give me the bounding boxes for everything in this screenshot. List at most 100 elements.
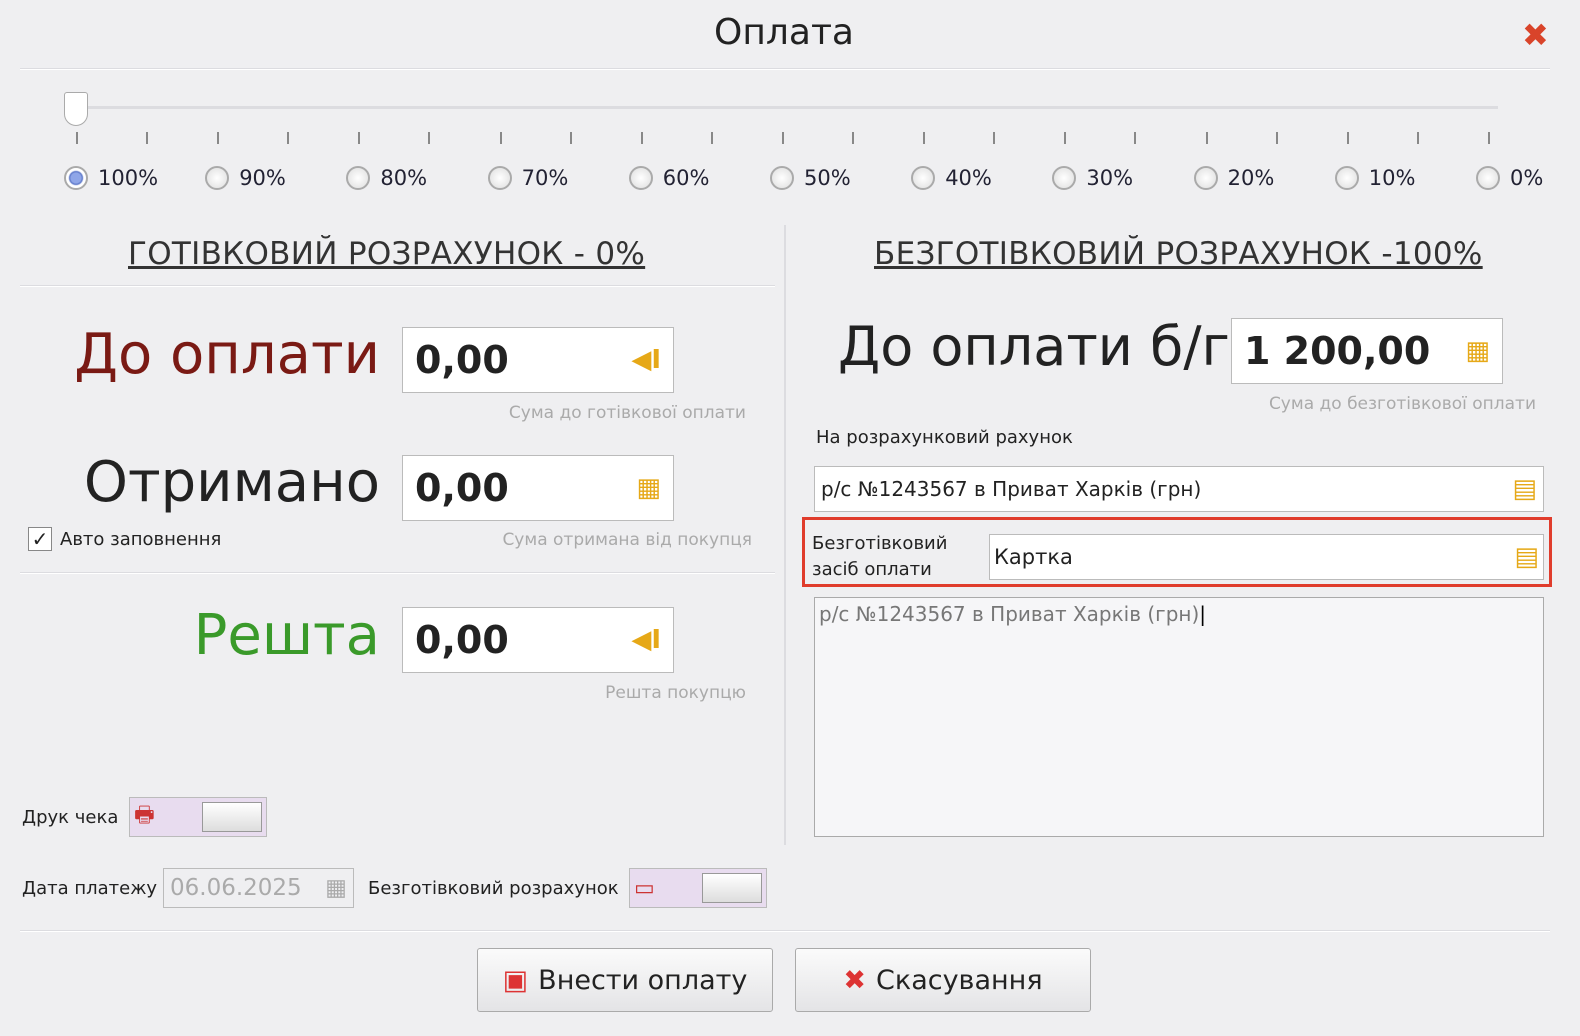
- card-icon: ▭: [634, 875, 655, 901]
- radio-icon[interactable]: [346, 166, 371, 190]
- slider-tick: [287, 132, 290, 144]
- radio-label: 40%: [945, 166, 992, 190]
- toggle-switch[interactable]: [202, 802, 262, 832]
- slider-tick: [1346, 132, 1349, 144]
- cancel-label: Скасування: [876, 964, 1043, 996]
- vertical-divider: [784, 225, 786, 845]
- change-field[interactable]: 0,00 ◀I: [402, 607, 674, 673]
- account-value: р/с №1243567 в Приват Харків (грн): [821, 477, 1202, 501]
- method-label-line2: засіб оплати: [812, 559, 932, 580]
- method-label: Безготівковий засіб оплати: [812, 531, 947, 583]
- slider-tick: [76, 132, 78, 144]
- to-pay-field[interactable]: 0,00 ◀I: [402, 327, 674, 393]
- radio-percent-30[interactable]: 30%: [1052, 166, 1133, 190]
- to-pay-value: 0,00: [415, 338, 509, 382]
- radio-percent-40[interactable]: 40%: [911, 166, 992, 190]
- check-icon[interactable]: ✓: [28, 527, 52, 551]
- radio-percent-90[interactable]: 90%: [205, 166, 286, 190]
- slider-tick: [993, 132, 996, 144]
- slider-tick: [923, 132, 926, 144]
- slider-tick: [710, 132, 713, 144]
- radio-label: 20%: [1227, 166, 1275, 190]
- change-label: Решта: [193, 603, 380, 668]
- slider-tick: [1134, 132, 1137, 144]
- radio-percent-10[interactable]: 10%: [1334, 166, 1415, 190]
- radio-percent-100[interactable]: 100%: [64, 166, 158, 190]
- cashless-toggle[interactable]: ▭: [629, 868, 767, 908]
- radio-icon[interactable]: [911, 166, 936, 190]
- calendar-icon[interactable]: ▦: [325, 875, 347, 901]
- radio-icon[interactable]: [770, 166, 794, 190]
- radio-percent-80[interactable]: 80%: [346, 166, 427, 190]
- calculator-icon[interactable]: ▦: [636, 473, 661, 503]
- method-value: Картка: [994, 545, 1073, 569]
- cashless-to-pay-hint: Сума до безготівкової оплати: [1268, 394, 1536, 414]
- account-select[interactable]: р/с №1243567 в Приват Харків (грн) ▤: [814, 466, 1544, 512]
- submit-payment-button[interactable]: ▣ Внести оплату: [477, 948, 773, 1012]
- clear-icon[interactable]: ◀I: [631, 625, 661, 655]
- clear-icon[interactable]: ◀I: [631, 345, 661, 375]
- list-icon[interactable]: ▤: [1512, 474, 1537, 504]
- cashless-to-pay-field[interactable]: 1 200,00 ▦: [1231, 318, 1503, 384]
- radio-icon[interactable]: [487, 166, 512, 190]
- radio-percent-50[interactable]: 50%: [770, 166, 851, 190]
- radio-percent-70[interactable]: 70%: [487, 166, 568, 190]
- cashless-header: БЕЗГОТІВКОВИЙ РОЗРАХУНОК -100%: [874, 236, 1483, 272]
- autofill-label: Авто заповнення: [60, 528, 222, 550]
- radio-icon[interactable]: [1052, 166, 1077, 190]
- slider-tick: [1205, 132, 1208, 144]
- print-toggle[interactable]: 🖶: [129, 797, 267, 837]
- radio-percent-60[interactable]: 60%: [628, 166, 710, 190]
- divider: [20, 930, 1550, 932]
- autofill-checkbox[interactable]: ✓ Авто заповнення: [28, 527, 221, 551]
- account-label: На розрахунковий рахунок: [816, 427, 1073, 448]
- radio-label: 60%: [662, 166, 710, 190]
- radio-icon[interactable]: [1476, 166, 1500, 190]
- payment-icon: ▣: [502, 964, 529, 996]
- slider-tick: [852, 132, 854, 144]
- note-value: р/с №1243567 в Приват Харків (грн): [819, 602, 1200, 626]
- radio-label: 30%: [1086, 166, 1134, 190]
- payment-method-select[interactable]: Картка ▤: [989, 534, 1544, 580]
- cashless-to-pay-label: До оплати б/г: [838, 315, 1230, 378]
- print-label: Друк чека: [22, 807, 119, 828]
- slider-tick: [499, 132, 502, 144]
- slider-tick: [782, 132, 784, 144]
- cancel-button[interactable]: ✖ Скасування: [795, 948, 1091, 1012]
- window-title: Оплата: [714, 12, 854, 53]
- radio-label: 0%: [1510, 166, 1544, 190]
- date-value: 06.06.2025: [170, 875, 302, 901]
- slider-tick: [569, 132, 572, 144]
- radio-percent-20[interactable]: 20%: [1193, 166, 1275, 190]
- cashless-to-pay-value: 1 200,00: [1244, 329, 1431, 373]
- toggle-switch[interactable]: [702, 873, 762, 903]
- calculator-icon[interactable]: ▦: [1465, 336, 1490, 366]
- slider-tick: [1064, 132, 1067, 144]
- list-icon[interactable]: ▤: [1514, 542, 1539, 572]
- cashless-toggle-label: Безготівковий розрахунок: [368, 878, 619, 899]
- radio-percent-0[interactable]: 0%: [1476, 166, 1543, 190]
- received-value: 0,00: [415, 466, 509, 510]
- submit-label: Внести оплату: [538, 964, 748, 996]
- slider-tick: [1275, 132, 1278, 144]
- slider-tick: [428, 132, 431, 144]
- radio-icon[interactable]: [1193, 166, 1218, 190]
- slider-tick: [640, 132, 643, 144]
- cancel-icon: ✖: [843, 964, 867, 996]
- note-textarea[interactable]: р/с №1243567 в Приват Харків (грн)|: [814, 597, 1544, 837]
- slider-tick: [1416, 132, 1419, 144]
- percent-slider-thumb[interactable]: [64, 92, 88, 126]
- radio-icon[interactable]: [205, 166, 230, 190]
- radio-label: 90%: [239, 166, 286, 190]
- radio-icon[interactable]: [1334, 166, 1359, 190]
- to-pay-label: До оплати: [74, 322, 380, 387]
- close-icon[interactable]: ✖: [1522, 16, 1549, 54]
- divider: [20, 285, 775, 287]
- percent-slider-track[interactable]: [78, 106, 1498, 109]
- change-hint: Решта покупцю: [605, 683, 746, 703]
- slider-tick: [358, 132, 361, 144]
- date-field[interactable]: 06.06.2025 ▦: [163, 868, 354, 908]
- radio-icon[interactable]: [64, 166, 88, 190]
- received-field[interactable]: 0,00 ▦: [402, 455, 674, 521]
- radio-icon[interactable]: [628, 166, 653, 190]
